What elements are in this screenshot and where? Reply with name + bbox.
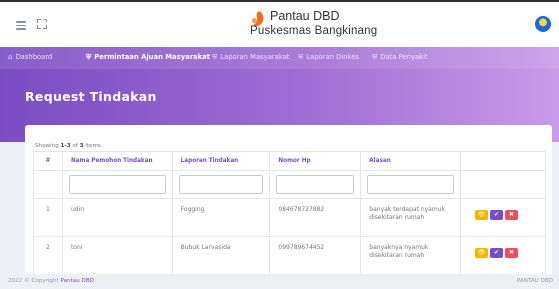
filter-laporan-input[interactable]: [178, 175, 264, 194]
fullscreen-icon[interactable]: [37, 19, 47, 29]
filter-cell: [269, 170, 362, 199]
col-header-alasan[interactable]: Alasan: [360, 151, 462, 171]
col-header-actions: [460, 151, 546, 171]
app-subtitle: Puskesmas Bangkinang: [250, 25, 378, 37]
nav-label: Permintaan Ajuan Masyarakat: [94, 53, 210, 61]
filter-nama-input[interactable]: [68, 175, 166, 194]
summary-range: 1-3: [60, 143, 71, 149]
brand[interactable]: Pantau DBD Puskesmas Bangkinang: [230, 6, 377, 46]
nav-item-dashboard[interactable]: ⌂ Dashboard: [8, 53, 52, 61]
nav-label: Dashboard: [15, 53, 53, 61]
cell-laporan: Fogging: [171, 198, 271, 237]
nav-item-laporan-dinkes[interactable]: ⛨ Laporan Dinkes: [298, 53, 359, 62]
copyright-prefix: 2022 © Copyright: [8, 278, 59, 284]
cell-actions: 👁 ✔ ✖: [460, 236, 546, 275]
cell-actions: 👁 ✔ ✖: [460, 198, 546, 237]
cell-number: 2: [33, 236, 63, 275]
col-header-laporan[interactable]: Laporan Tindakan: [171, 151, 271, 171]
main-nav: ⌂ Dashboard ⛨ Permintaan Ajuan Masyarakat …: [0, 47, 559, 69]
app-title: Pantau DBD: [270, 9, 340, 23]
approve-button[interactable]: ✔: [490, 248, 504, 258]
view-button[interactable]: 👁: [475, 248, 489, 258]
copyright-brand-link[interactable]: Pantau DBD: [61, 278, 95, 284]
shield-icon: ⛨: [86, 53, 92, 61]
shield-icon: ⛨: [212, 53, 218, 61]
summary-prefix: Showing: [35, 143, 59, 149]
summary-suffix: items.: [85, 143, 103, 149]
cell-nama: toni: [61, 236, 173, 275]
nav-item-data-penyakit[interactable]: ⛨ Data Penyakit: [372, 53, 428, 62]
cell-alasan: banyaknya nyamuk disekitaran rumah: [360, 236, 462, 275]
filter-alasan-input[interactable]: [367, 175, 455, 194]
filter-hp-input[interactable]: [276, 175, 355, 194]
approve-button[interactable]: ✔: [490, 210, 504, 220]
col-header-hp[interactable]: Nomor Hp: [269, 151, 362, 171]
shield-icon: ⛨: [298, 53, 304, 61]
nav-label: Data Penyakit: [380, 53, 428, 61]
view-button[interactable]: 👁: [475, 210, 489, 220]
col-header-number[interactable]: #: [33, 151, 63, 171]
request-table: # Nama Pemohon Tindakan Laporan Tindakan…: [33, 151, 546, 289]
copyright: 2022 © Copyright Pantau DBD: [8, 278, 94, 284]
content-card: Showing 1-3 of 3 items. # Nama Pemohon T…: [25, 125, 552, 289]
table-header-row: # Nama Pemohon Tindakan Laporan Tindakan…: [33, 151, 546, 171]
delete-button[interactable]: ✖: [505, 248, 519, 258]
nav-label: Laporan Dinkes: [306, 53, 359, 61]
menu-icon[interactable]: [16, 21, 26, 32]
delete-button[interactable]: ✖: [505, 210, 519, 220]
cell-alasan: banyak terdapat nyamuk disekitaran rumah: [360, 198, 462, 237]
summary-total: 3: [79, 143, 84, 149]
footer-brand: PANTAU DBD: [516, 278, 553, 284]
summary-of: of: [72, 143, 78, 149]
table-row: 2 toni Bubuk Larvasida 099789674452 bany…: [33, 236, 546, 275]
cell-number: 1: [33, 198, 63, 237]
nav-item-laporan-masyarakat[interactable]: ⛨ Laporan Masyarakat: [212, 53, 289, 62]
cell-hp: 084678727882: [269, 198, 362, 237]
filter-cell-empty: [33, 170, 63, 199]
top-bar: Pantau DBD Puskesmas Bangkinang: [0, 0, 559, 47]
filter-cell: [171, 170, 271, 199]
col-header-nama[interactable]: Nama Pemohon Tindakan: [61, 151, 173, 171]
footer: 2022 © Copyright Pantau DBD PANTAU DBD: [0, 274, 559, 289]
nav-label: Laporan Masyarakat: [220, 53, 290, 61]
user-avatar[interactable]: [535, 16, 551, 32]
filter-cell: [61, 170, 173, 199]
table-row: 1 udin Fogging 084678727882 banyak terda…: [33, 198, 546, 237]
cell-hp: 099789674452: [269, 236, 362, 275]
table-summary: Showing 1-3 of 3 items.: [35, 143, 103, 149]
nav-item-permintaan-ajuan-masyarakat[interactable]: ⛨ Permintaan Ajuan Masyarakat: [86, 53, 210, 62]
filter-row: [33, 170, 546, 199]
shield-icon: ⛨: [372, 53, 378, 61]
cell-nama: udin: [61, 198, 173, 237]
filter-cell: [360, 170, 462, 199]
cell-laporan: Bubuk Larvasida: [171, 236, 271, 275]
filter-cell-empty: [460, 170, 546, 199]
page-title: Request Tindakan: [25, 89, 157, 104]
home-icon: ⌂: [8, 53, 13, 61]
